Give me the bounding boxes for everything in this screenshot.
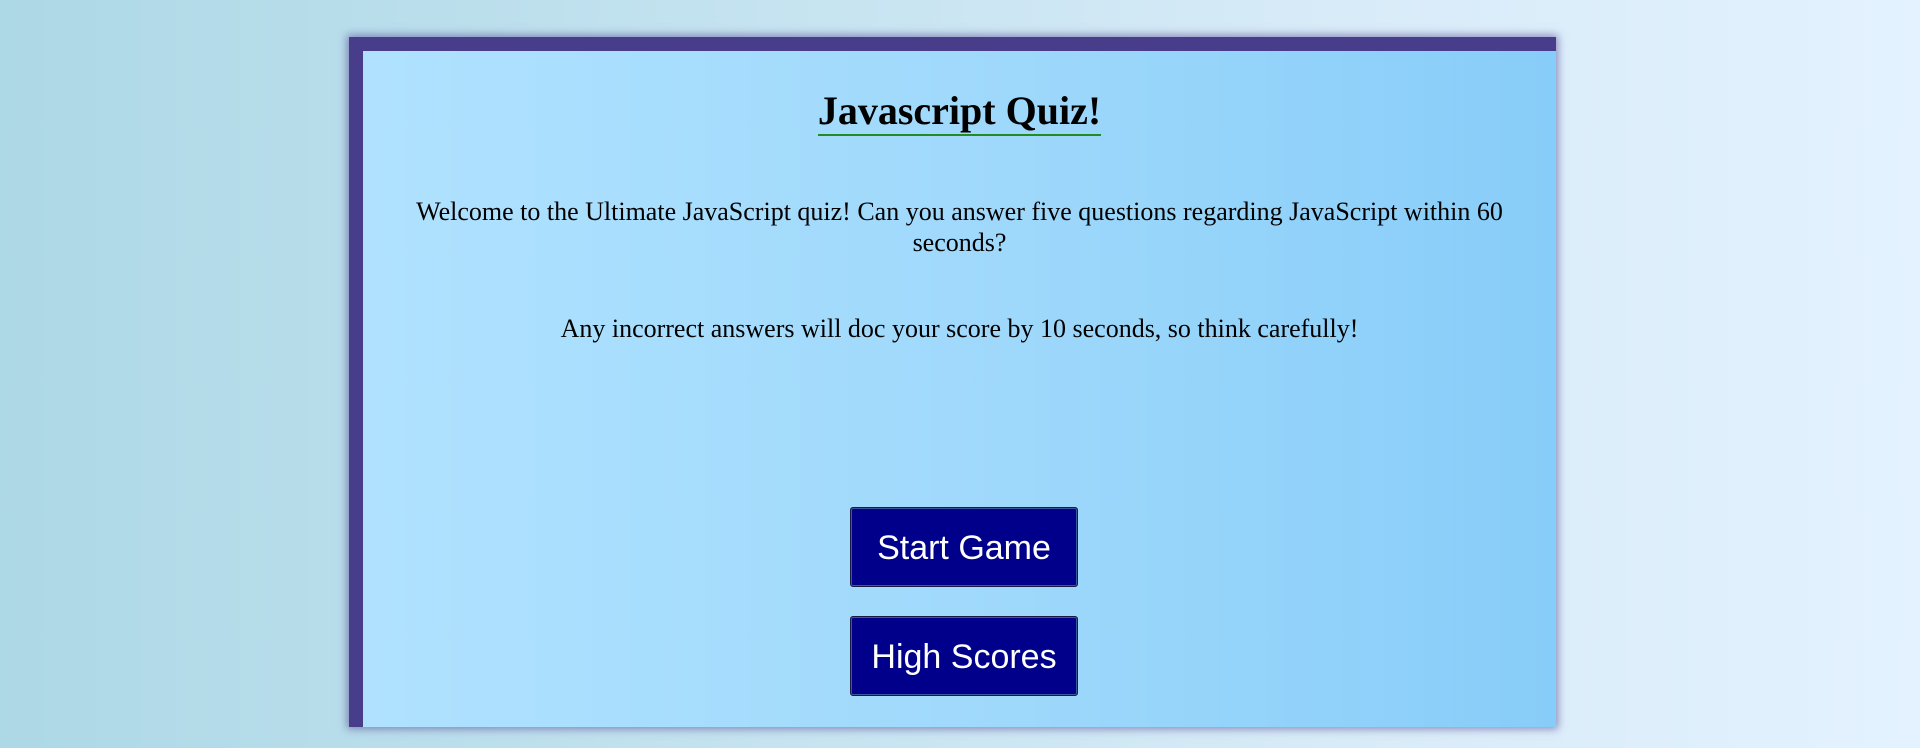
intro-text-rules: Welcome to the Ultimate JavaScript quiz!… <box>416 197 1503 257</box>
page-title-text: Javascript Quiz! <box>817 89 1102 136</box>
high-scores-button[interactable]: High Scores <box>850 616 1078 696</box>
intro-text-penalty: Any incorrect answers will doc your scor… <box>560 314 1359 343</box>
start-game-button[interactable]: Start Game <box>850 507 1078 587</box>
quiz-panel: Javascript Quiz! Welcome to the Ultimate… <box>363 51 1556 727</box>
page-title: Javascript Quiz! <box>363 89 1556 136</box>
quiz-card: Javascript Quiz! Welcome to the Ultimate… <box>349 37 1556 727</box>
